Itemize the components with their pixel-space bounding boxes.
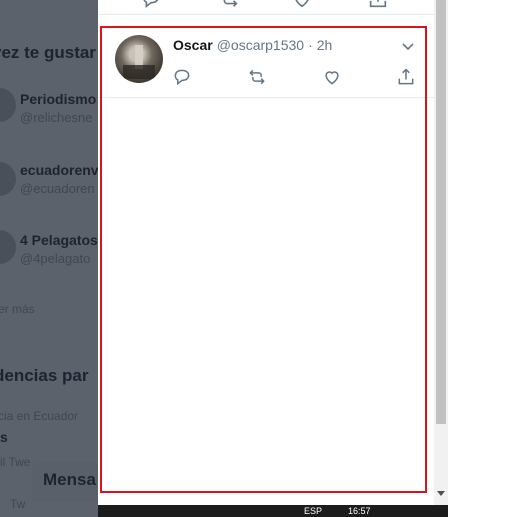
language-indicator[interactable]: ESP	[304, 506, 322, 516]
suggestion-handle: @ecuadoren	[20, 181, 95, 196]
previous-tweet-actions	[98, 0, 434, 15]
suggestion-handle: @4pelagato	[20, 251, 91, 266]
scroll-down-arrow-icon[interactable]	[437, 491, 445, 496]
reply-icon[interactable]	[140, 0, 162, 10]
trend-name: s	[0, 429, 8, 445]
share-icon[interactable]	[367, 0, 389, 10]
avatar[interactable]	[115, 35, 163, 83]
trend-small: Tw	[10, 497, 26, 511]
author-name[interactable]: Oscar	[173, 37, 213, 53]
suggestion-avatar	[0, 88, 16, 122]
trend-count: il Twe	[0, 455, 31, 469]
messages-label: Mensa	[43, 470, 96, 489]
suggestion-name: 4 Pelagatos	[20, 232, 98, 248]
header-separator: ·	[308, 37, 313, 53]
suggestion-handle: @relichesne	[20, 110, 93, 125]
like-icon[interactable]	[322, 67, 342, 87]
suggestion-name: ecuadorenv	[20, 162, 98, 178]
scrollbar[interactable]	[434, 0, 448, 505]
author-handle[interactable]: @oscarp1530	[217, 37, 304, 53]
show-more-link: er más	[0, 302, 35, 316]
retweet-icon[interactable]	[218, 0, 240, 10]
who-to-follow-heading: vez te gustar	[0, 43, 96, 62]
tweet-item[interactable]: Oscar @oscarp1530 · 2h	[98, 25, 434, 98]
share-icon[interactable]	[396, 67, 416, 87]
scrollbar-thumb[interactable]	[436, 0, 446, 424]
tweet-timestamp[interactable]: 2h	[317, 37, 333, 53]
trends-heading: dencias par	[0, 366, 89, 385]
background-page: vez te gustar Periodismo @relichesne ecu…	[0, 0, 98, 517]
suggestion-avatar	[0, 230, 16, 264]
trend-context: cia en Ecuador	[0, 409, 79, 423]
like-icon[interactable]	[291, 0, 313, 10]
retweet-icon[interactable]	[247, 67, 267, 87]
tweet-header: Oscar @oscarp1530 · 2h	[173, 37, 332, 53]
chevron-down-icon[interactable]	[400, 38, 416, 54]
messages-drawer: Mensa	[32, 462, 98, 502]
reply-icon[interactable]	[172, 67, 192, 87]
clock[interactable]: 16:57	[348, 506, 371, 516]
taskbar: ESP 16:57	[98, 505, 448, 517]
suggestion-avatar	[0, 162, 16, 196]
tweet-panel: Oscar @oscarp1530 · 2h	[98, 0, 434, 517]
suggestion-name: Periodismo	[20, 91, 97, 107]
